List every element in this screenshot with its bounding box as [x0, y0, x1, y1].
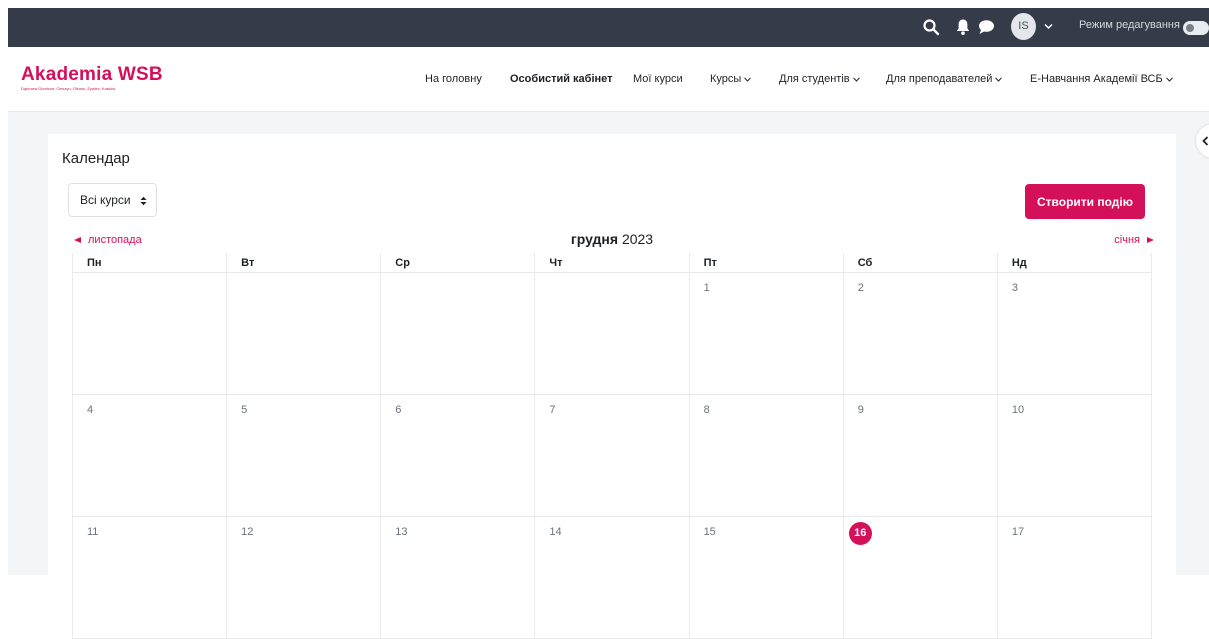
calendar-grid: Пн Вт Ср Чт Пт Сб Нд 1 2 3 4 5 6 7 8 9 1… — [71, 253, 1153, 639]
day-number: 15 — [703, 526, 716, 538]
calendar-day-cell[interactable]: 13 — [380, 516, 536, 639]
day-number: 13 — [395, 526, 408, 538]
nav-for-teachers[interactable]: Для преподавателей — [886, 73, 1003, 89]
month-name: грудня — [570, 231, 619, 247]
nav-label: Для студентів — [779, 73, 850, 85]
weekday-header-row: Пн Вт Ср Чт Пт Сб Нд — [71, 253, 1153, 273]
calendar-day-empty — [380, 272, 536, 395]
calendar-day-cell[interactable]: 11 — [71, 516, 228, 639]
calendar-day-cell[interactable]: 8 — [688, 394, 844, 517]
logo[interactable]: Akademia WSB Dąbrowa Górnicza, Cieszyn, … — [21, 65, 163, 92]
nav-label: На головну — [425, 73, 482, 85]
chevron-down-icon — [995, 77, 1003, 82]
day-number: 11 — [87, 526, 99, 538]
today-day-number: 16 — [848, 522, 872, 545]
calendar-week-row: 4 5 6 7 8 9 10 — [71, 394, 1153, 517]
nav-my-courses[interactable]: Мої курси — [633, 73, 683, 89]
nav-courses[interactable]: Курсы — [710, 73, 752, 89]
calendar-day-cell[interactable]: 14 — [534, 516, 690, 639]
day-number: 4 — [87, 404, 94, 416]
course-filter-value: Всі курси — [80, 193, 131, 207]
nav-home[interactable]: На головну — [425, 73, 482, 89]
sort-arrows-icon — [140, 196, 147, 206]
chevron-down-icon — [852, 77, 860, 82]
month-year: 2023 — [621, 231, 654, 247]
day-number: 3 — [1011, 282, 1018, 294]
chevron-left-icon — [1202, 136, 1209, 146]
avatar[interactable]: IS — [1011, 13, 1036, 40]
calendar-day-cell[interactable]: 12 — [226, 516, 382, 639]
weekday-header: Чт — [534, 253, 690, 273]
calendar-day-cell[interactable]: 9 — [842, 394, 998, 517]
weekday-header: Пт — [688, 253, 844, 273]
day-number: 14 — [549, 526, 562, 538]
nav-label: Особистий кабінет — [510, 73, 613, 85]
bell-icon[interactable] — [955, 18, 971, 36]
calendar-day-cell[interactable]: 15 — [688, 516, 844, 639]
calendar-day-cell[interactable]: 1 — [688, 272, 844, 395]
search-icon[interactable] — [922, 18, 940, 36]
day-number: 12 — [241, 526, 254, 538]
day-number: 7 — [549, 404, 556, 416]
calendar-day-cell[interactable]: 5 — [226, 394, 382, 517]
chevron-down-icon[interactable] — [1044, 23, 1053, 30]
nav-label: Мої курси — [633, 73, 683, 85]
calendar-week-row: 1 2 3 — [71, 272, 1153, 395]
chat-bubble-icon[interactable] — [978, 19, 995, 35]
weekday-header: Вт — [226, 253, 382, 273]
calendar-day-cell[interactable]: 17 — [996, 516, 1153, 639]
calendar-day-cell[interactable]: 4 — [71, 394, 228, 517]
calendar-day-cell[interactable]: 2 — [842, 272, 998, 395]
calendar-week-row: 11 12 13 14 15 16 17 — [71, 516, 1153, 639]
edit-mode-toggle[interactable] — [1183, 21, 1209, 35]
calendar-card: Календар Всі курси Створити подію листоп… — [48, 134, 1176, 639]
day-number: 10 — [1011, 404, 1025, 416]
arrow-right-icon — [1147, 237, 1154, 244]
logo-tagline: Dąbrowa Górnicza, Cieszyn, Olkusz, Żywie… — [21, 86, 116, 91]
calendar-day-cell[interactable]: 3 — [996, 272, 1153, 395]
day-number: 1 — [703, 282, 710, 294]
nav-label: Для преподавателей — [886, 73, 993, 85]
next-month-link[interactable]: січня — [1114, 234, 1154, 246]
nav-label: E-Навчання Академії ВСБ — [1030, 73, 1163, 85]
weekday-header: Сб — [842, 253, 998, 273]
nav-e-learning[interactable]: E-Навчання Академії ВСБ — [1030, 73, 1173, 89]
calendar-day-cell[interactable]: 7 — [534, 394, 690, 517]
calendar-day-empty — [534, 272, 690, 395]
calendar-day-cell[interactable]: 10 — [996, 394, 1153, 517]
logo-text: Akademia WSB — [21, 64, 163, 85]
create-event-button[interactable]: Створити подію — [1025, 184, 1145, 219]
nav-dashboard[interactable]: Особистий кабінет — [510, 73, 613, 89]
calendar-day-empty — [71, 272, 228, 395]
chevron-down-icon — [744, 77, 752, 82]
top-bar: IS Режим редагування — [8, 8, 1209, 47]
calendar-day-today[interactable]: 16 — [842, 516, 998, 639]
next-month-label: січня — [1114, 234, 1140, 246]
main-navbar: Akademia WSB Dąbrowa Górnicza, Cieszyn, … — [8, 47, 1209, 112]
day-number: 9 — [857, 404, 864, 416]
nav-for-students[interactable]: Для студентів — [779, 73, 860, 89]
day-number: 5 — [241, 404, 248, 416]
course-filter-select[interactable]: Всі курси — [68, 183, 157, 217]
day-number: 8 — [703, 404, 710, 416]
month-title: грудня 2023 — [48, 231, 1176, 247]
chevron-down-icon — [1165, 77, 1173, 82]
day-number: 6 — [395, 404, 402, 416]
weekday-header: Ср — [380, 253, 536, 273]
nav-label: Курсы — [710, 73, 742, 85]
day-number: 17 — [1011, 526, 1025, 538]
day-number: 2 — [857, 282, 864, 294]
page-title: Календар — [62, 150, 130, 167]
edit-mode-label: Режим редагування — [1079, 19, 1180, 31]
weekday-header: Пн — [71, 253, 228, 273]
calendar-day-empty — [226, 272, 382, 395]
drawer-toggle-button[interactable] — [1196, 124, 1209, 158]
weekday-header: Нд — [996, 253, 1153, 273]
calendar-day-cell[interactable]: 6 — [380, 394, 536, 517]
